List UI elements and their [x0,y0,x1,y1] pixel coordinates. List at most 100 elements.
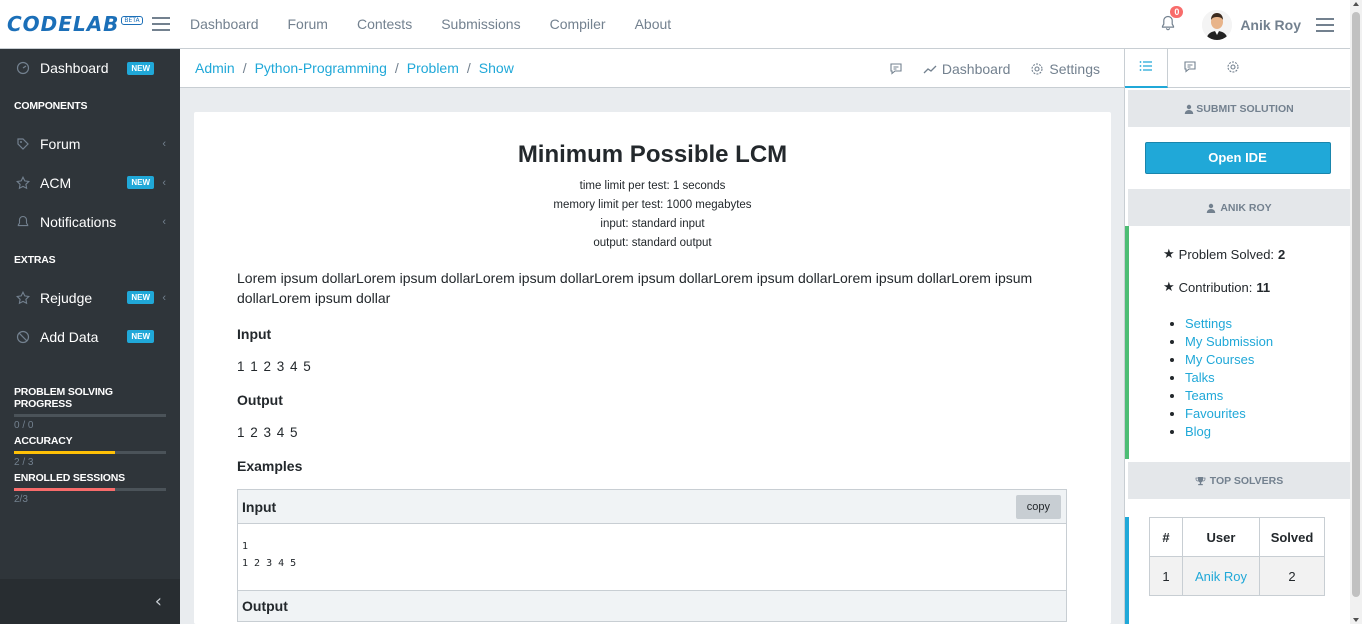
progress-enrolled-sessions: ENROLLED SESSIONS 2/3 [0,472,180,505]
aside-toggle-icon[interactable] [1316,17,1334,32]
tag-icon [16,137,30,151]
sidebar-minimizer[interactable]: ‹ [0,579,180,624]
breadcrumb-course[interactable]: Python-Programming [255,60,387,76]
chevron-left-icon: ‹ [154,591,162,612]
graph-icon [923,62,937,76]
sidebar-item-add-data[interactable]: Add Data NEW [0,317,180,356]
top-nav: Dashboard Forum Contests Submissions Com… [190,16,700,32]
aside-tabs [1124,49,1350,88]
breadcrumb-dashboard-link[interactable]: Dashboard [923,61,1010,77]
chat-icon[interactable] [889,62,903,76]
progress-value: 2 / 3 [14,457,34,468]
gear-icon [1226,59,1240,78]
chevron-left-icon: ‹ [162,215,166,228]
breadcrumb-settings-link[interactable]: Settings [1030,61,1100,77]
tab-settings[interactable] [1211,49,1254,88]
speech-icon [1183,59,1197,78]
input-heading: Input [237,326,272,342]
star-icon: ★ [1163,246,1175,261]
link-teams[interactable]: Teams [1185,388,1223,403]
link-favourites[interactable]: Favourites [1185,406,1246,421]
progress-fill [14,451,116,454]
user-icon [1184,104,1194,114]
sidebar: Dashboard NEW COMPONENTS Forum ‹ ACM NEW… [0,49,180,624]
problem-solved-stat: ★ Problem Solved: 2 [1163,246,1286,262]
sidebar-item-dashboard[interactable]: Dashboard NEW [0,49,180,87]
list-item: Blog [1185,423,1350,441]
output-value: 1 2 3 4 5 [237,425,299,440]
progress-bar [14,488,166,491]
user-heading: ANIK ROY [1128,189,1350,226]
user-cell: Anik Roy [1182,556,1260,596]
list-item: Talks [1185,369,1350,387]
list-item: My Submission [1185,333,1350,351]
user-links: Settings My Submission My Courses Talks … [1163,315,1350,441]
sidebar-item-acm[interactable]: ACM NEW ‹ [0,163,180,202]
header-username[interactable]: Anik Roy [1240,17,1301,33]
example-output-header: Output [238,591,1066,621]
scrollbar-thumb[interactable] [1352,12,1360,597]
star-icon: ★ [1163,279,1175,294]
time-limit: time limit per test: 1 seconds [579,180,726,192]
copy-button[interactable]: copy [1015,494,1061,519]
gear-icon [1030,62,1044,76]
aside-panel: SUBMIT SOLUTION Open IDE ANIK ROY ★ Prob… [1124,88,1350,624]
avatar[interactable] [1202,9,1233,40]
progress-value: 2/3 [14,494,28,505]
scroll-down-icon[interactable] [1353,618,1359,622]
output-spec: output: standard output [593,237,712,249]
brand-logo[interactable]: CODELAB BETA [0,12,143,36]
tab-messages[interactable] [1168,49,1211,88]
nav-contests[interactable]: Contests [357,16,412,32]
examples-heading: Examples [237,458,303,474]
star-icon [16,175,30,190]
column-header: Solved [1259,517,1325,557]
scroll-up-icon[interactable] [1353,2,1359,6]
column-header: # [1149,517,1183,557]
link-my-submission[interactable]: My Submission [1185,334,1273,349]
nav-dashboard[interactable]: Dashboard [190,16,259,32]
new-badge: NEW [127,330,154,343]
problem-meta: time limit per test: 1 seconds memory li… [194,177,1111,253]
page-scrollbar[interactable] [1350,0,1362,624]
chevron-left-icon: ‹ [162,137,166,150]
link-talks[interactable]: Talks [1185,370,1215,385]
sidebar-item-forum[interactable]: Forum ‹ [0,124,180,163]
sidebar-item-label: Notifications [40,213,117,230]
nav-forum[interactable]: Forum [288,16,328,32]
link-my-courses[interactable]: My Courses [1185,352,1254,367]
breadcrumb-problem[interactable]: Problem [407,60,459,76]
sidebar-toggle-icon[interactable] [152,17,170,31]
tab-list[interactable] [1125,49,1168,88]
speedometer-icon [16,61,30,75]
nav-submissions[interactable]: Submissions [441,16,520,32]
bell-icon [16,215,30,229]
nav-compiler[interactable]: Compiler [550,16,606,32]
problem-card: Minimum Possible LCM time limit per test… [194,112,1111,624]
open-ide-button[interactable]: Open IDE [1144,142,1331,174]
sidebar-item-rejudge[interactable]: Rejudge NEW ‹ [0,278,180,317]
contribution-value: 11 [1256,279,1271,295]
top-solvers-table: # User Solved 1 Anik Roy 2 [1149,517,1325,596]
progress-title: PROBLEM SOLVING PROGRESS [14,386,113,410]
sidebar-item-notifications[interactable]: Notifications ‹ [0,202,180,241]
breadcrumb-show[interactable]: Show [479,60,514,76]
progress-bar [14,451,166,454]
progress-title: ACCURACY [14,435,73,447]
brand-badge: BETA [121,15,143,25]
example-input-content: 1 1 2 3 4 5 [238,524,1066,591]
breadcrumb-admin[interactable]: Admin [195,60,235,76]
notification-bell-icon[interactable]: 0 [1160,5,1184,35]
problem-solved-value: 2 [1278,246,1286,262]
link-blog[interactable]: Blog [1185,424,1211,439]
chevron-left-icon: ‹ [162,176,166,189]
link-settings[interactable]: Settings [1185,316,1232,331]
list-item: Settings [1185,315,1350,333]
solver-user-link[interactable]: Anik Roy [1195,569,1247,584]
nav-about[interactable]: About [635,16,672,32]
brand-name: CODELAB [7,12,120,36]
top-solvers-heading: TOP SOLVERS [1128,462,1350,499]
user-stats-section: ★ Problem Solved: 2 ★ Contribution: 11 S… [1125,226,1350,459]
solved-cell: 2 [1259,556,1325,596]
problem-description: Lorem ipsum dollarLorem ipsum dollarLore… [237,270,1033,306]
